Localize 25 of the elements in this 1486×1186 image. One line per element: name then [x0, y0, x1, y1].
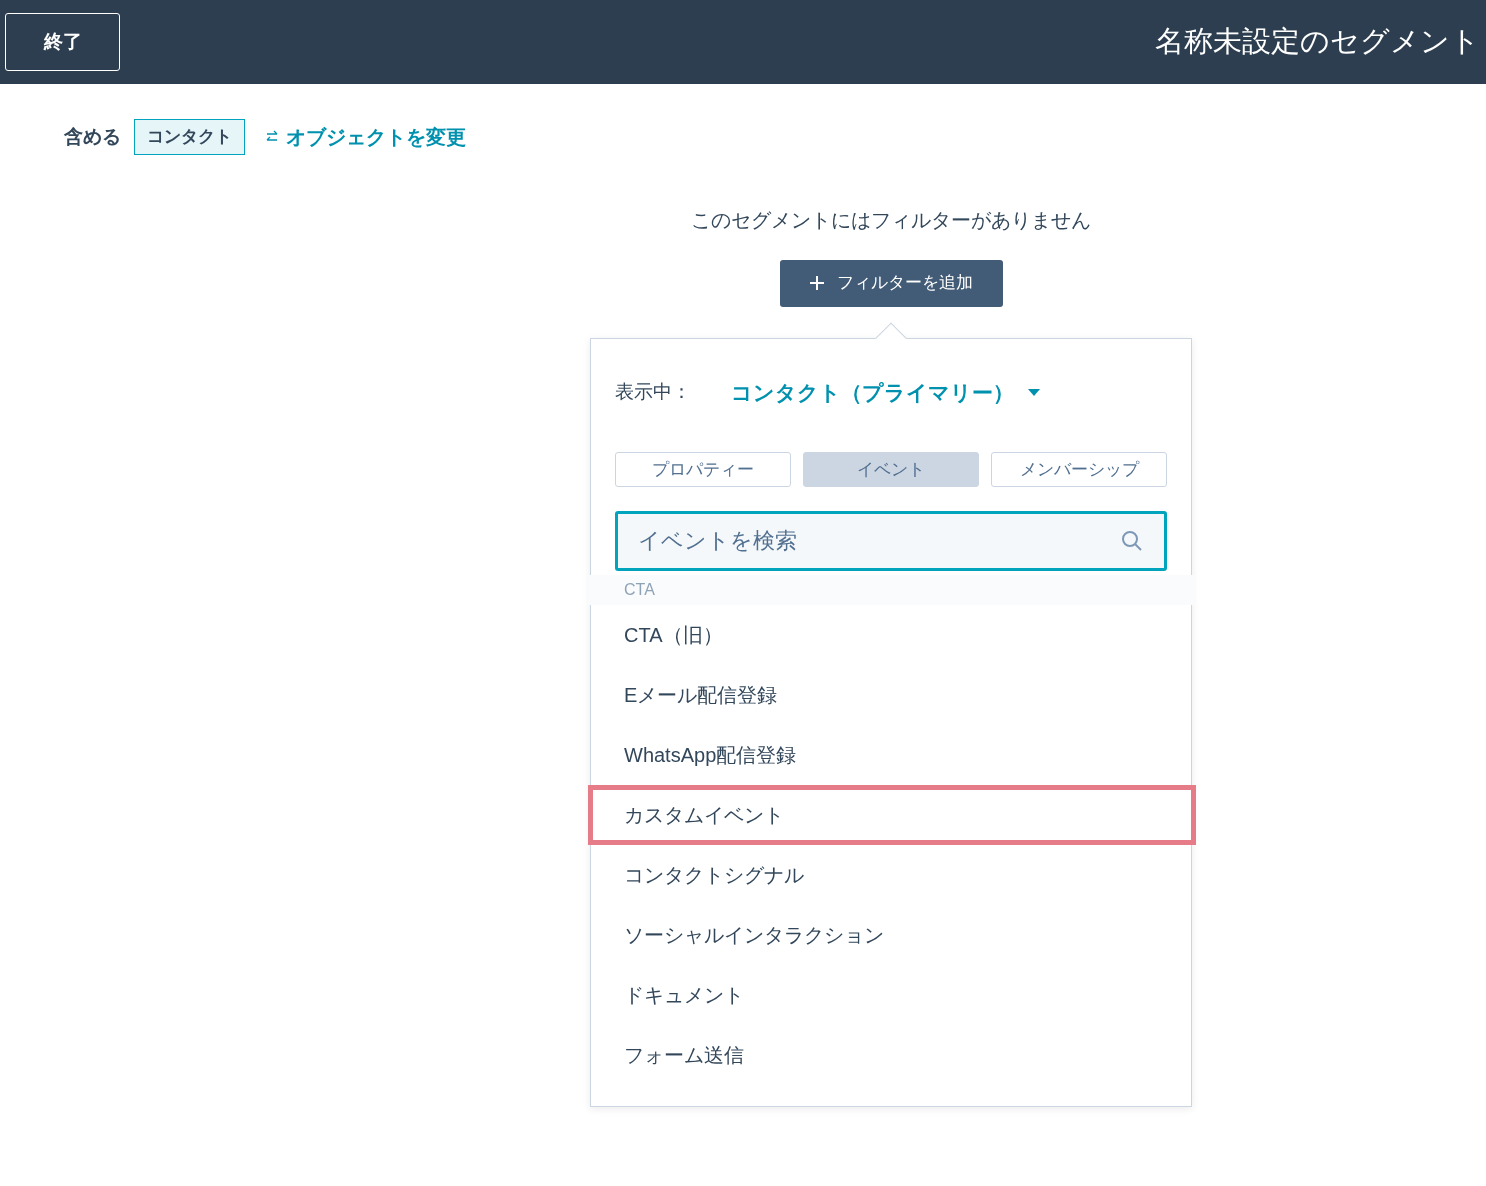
showing-label: 表示中： — [615, 380, 692, 404]
event-category-item[interactable]: WhatsApp配信登録 — [588, 725, 1196, 785]
event-category-item[interactable]: ドキュメント — [588, 965, 1196, 1025]
swap-arrows-icon — [266, 129, 278, 144]
filter-type-tab[interactable]: イベント — [803, 452, 979, 487]
search-icon — [1121, 530, 1143, 552]
filter-type-tab[interactable]: メンバーシップ — [991, 452, 1167, 487]
event-category-item[interactable]: フォーム送信 — [588, 1025, 1196, 1085]
search-field[interactable]: イベントを検索 — [615, 511, 1167, 571]
caret-icon — [1028, 388, 1040, 396]
event-category-item[interactable]: コンタクトシグナル — [588, 845, 1196, 905]
object-dropdown[interactable]: コンタクト（プライマリー） — [731, 376, 1040, 408]
plus-icon — [809, 275, 825, 291]
empty-message: このセグメントにはフィルターがありません — [691, 207, 1091, 233]
object-tag: コンタクト — [134, 119, 245, 155]
exit-button[interactable]: 終了 — [5, 13, 120, 71]
add-filter-button[interactable]: フィルターを追加 — [779, 259, 1003, 307]
event-category-item[interactable]: カスタムイベント — [588, 785, 1196, 845]
event-category-item[interactable]: CTA（旧） — [588, 605, 1196, 665]
event-category-item[interactable]: ソーシャルインタラクション — [588, 905, 1196, 965]
event-category-item[interactable]: Eメール配信登録 — [588, 665, 1196, 725]
filter-type-tab[interactable]: プロパティー — [615, 452, 791, 487]
segment-title: 名称未設定のセグメント — [1155, 24, 1480, 60]
include-label: 含める — [64, 124, 121, 149]
change-object-link[interactable]: オブジェクトを変更 — [266, 121, 466, 152]
